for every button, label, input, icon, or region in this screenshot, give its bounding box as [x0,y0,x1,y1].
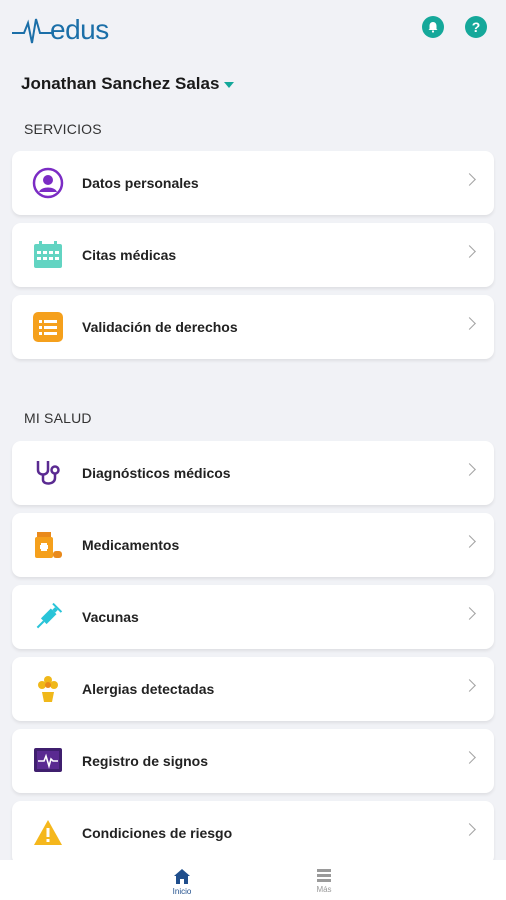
bottom-navigation: Inicio Más [0,860,506,900]
user-selector[interactable]: Jonathan Sanchez Salas [21,74,235,94]
list-icon [31,310,65,344]
user-icon [31,166,65,200]
chevron-right-icon [463,463,476,476]
logo-text: edus [50,14,109,45]
menu-icon [317,869,331,882]
card-label: Citas médicas [82,247,177,263]
nav-label: Inicio [172,887,192,896]
card-datos-personales[interactable]: Datos personales [12,151,494,215]
card-vacunas[interactable]: Vacunas [12,585,494,649]
card-validacion-derechos[interactable]: Validación de derechos [12,295,494,359]
help-icon[interactable]: ? [465,16,487,38]
card-label: Registro de signos [82,753,209,769]
bell-icon[interactable] [422,16,444,38]
section-title-mi-salud: MI SALUD [24,410,92,426]
card-alergias-detectadas[interactable]: Alergias detectadas [12,657,494,721]
caret-down-icon [224,82,235,88]
card-label: Datos personales [82,175,199,191]
nav-inicio[interactable]: Inicio [152,868,212,896]
pulse-logo-icon [12,18,54,44]
flower-icon [31,672,65,706]
chevron-right-icon [463,173,476,186]
warning-icon [31,816,65,850]
card-label: Diagnósticos médicos [82,465,231,481]
heartbeat-monitor-icon [31,744,65,778]
card-diagnosticos-medicos[interactable]: Diagnósticos médicos [12,441,494,505]
syringe-icon [31,600,65,634]
chevron-right-icon [463,317,476,330]
user-name: Jonathan Sanchez Salas [21,74,220,93]
home-icon [174,869,190,884]
stethoscope-icon [31,456,65,490]
calendar-icon [31,238,65,272]
card-label: Condiciones de riesgo [82,825,233,841]
chevron-right-icon [463,751,476,764]
card-medicamentos[interactable]: Medicamentos [12,513,494,577]
app-header: edus ? [0,0,506,62]
medicine-icon [31,528,65,562]
app-logo: edus [12,10,109,50]
card-citas-medicas[interactable]: Citas médicas [12,223,494,287]
section-title-servicios: SERVICIOS [24,121,102,137]
nav-mas[interactable]: Más [294,868,354,894]
chevron-right-icon [463,535,476,548]
card-condiciones-riesgo[interactable]: Condiciones de riesgo [12,801,494,865]
card-label: Vacunas [82,609,139,625]
card-registro-signos[interactable]: Registro de signos [12,729,494,793]
chevron-right-icon [463,245,476,258]
nav-label: Más [316,885,332,894]
bell-icon-glyph [428,22,438,33]
card-label: Validación de derechos [82,319,238,335]
chevron-right-icon [463,823,476,836]
card-label: Medicamentos [82,537,180,553]
card-label: Alergias detectadas [82,681,215,697]
chevron-right-icon [463,607,476,620]
chevron-right-icon [463,679,476,692]
